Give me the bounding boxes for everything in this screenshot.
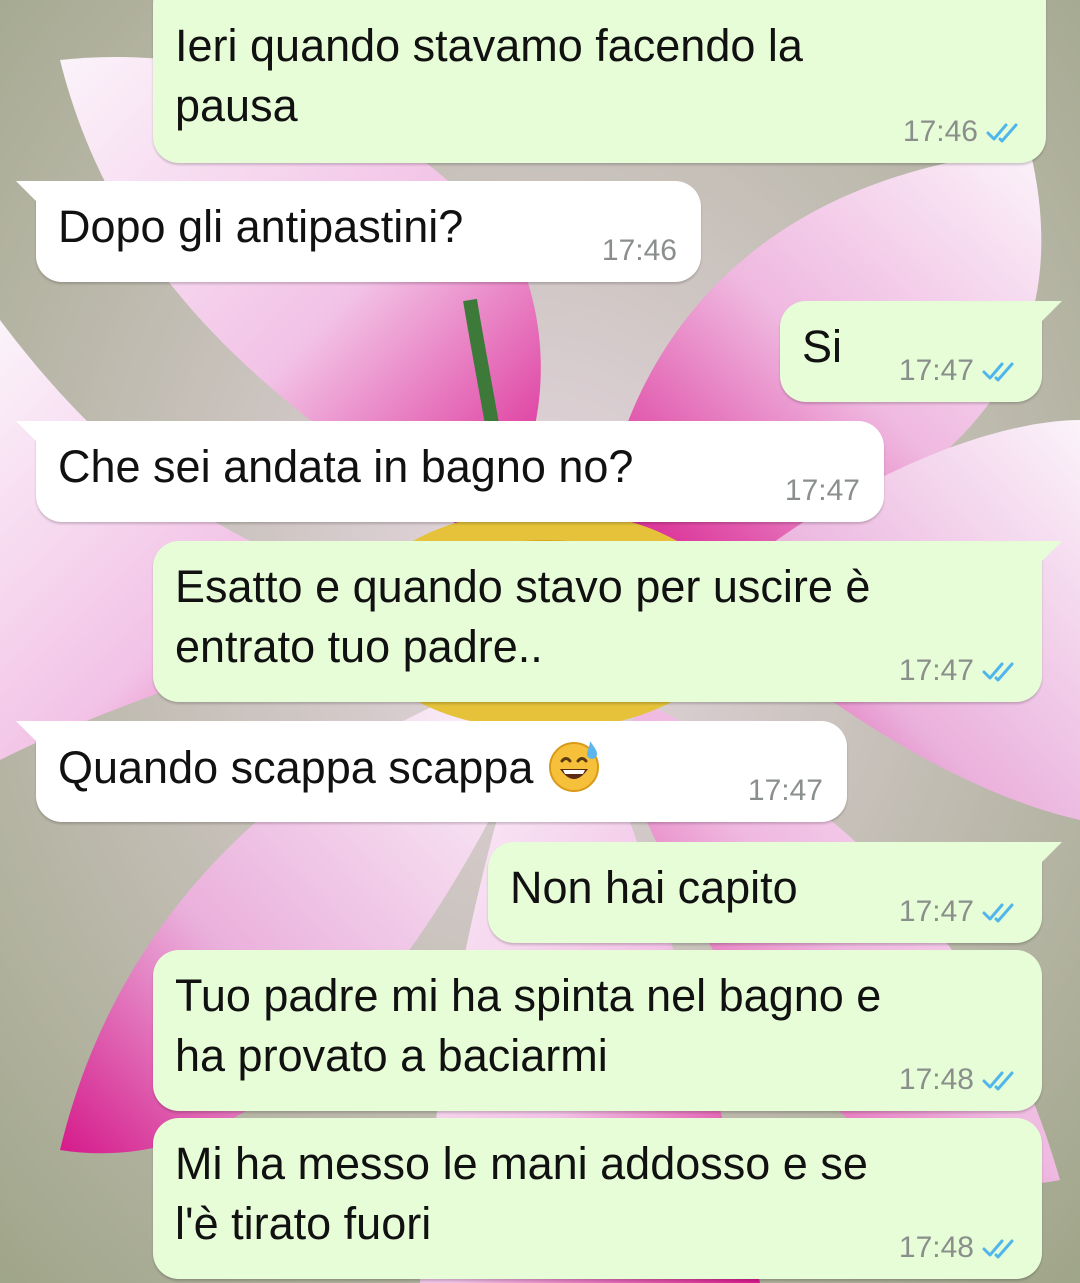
message-bubble-incoming[interactable]: Che sei andata in bagno no? 17:47 (16, 421, 884, 522)
bubble-tail (16, 721, 38, 743)
bubble-tail (1040, 301, 1062, 323)
message-time: 17:46 (601, 234, 677, 267)
message-time: 17:46 (902, 115, 978, 148)
message-text: Esatto e quando stavo per uscire è entra… (175, 561, 871, 672)
message-meta: 17:47 (748, 774, 823, 808)
grinning-face-with-sweat-emoji (548, 741, 599, 792)
message-text: Tuo padre mi ha spinta nel bagno e ha pr… (175, 970, 882, 1081)
message-bubble-incoming[interactable]: Dopo gli antipastini? 17:46 (16, 181, 701, 282)
bubble-tail (1040, 842, 1062, 864)
message-meta: 17:46 (602, 234, 677, 268)
message-meta: 17:46 (903, 115, 1024, 149)
message-meta: 17:48 (899, 1231, 1020, 1265)
message-meta: 17:47 (899, 895, 1020, 929)
message-bubble-outgoing[interactable]: Esatto e quando stavo per uscire è entra… (153, 541, 1062, 702)
message-meta: 17:47 (899, 654, 1020, 688)
bubble-tail (16, 421, 38, 443)
message-text-content: Quando scappa scappa (58, 742, 534, 793)
message-text: Ieri quando stavamo facendo la pausa (175, 20, 803, 131)
message-time: 17:47 (784, 474, 860, 507)
message-time: 17:48 (898, 1063, 974, 1096)
message-time: 17:47 (898, 354, 974, 387)
bubble-tail (16, 181, 38, 203)
message-bubble-outgoing[interactable]: Si 17:47 (780, 301, 1062, 402)
message-meta: 17:48 (899, 1063, 1020, 1097)
double-check-icon (986, 123, 1018, 143)
message-text: Quando scappa scappa (58, 737, 825, 798)
double-check-icon (982, 1071, 1014, 1091)
bubble-tail (1040, 541, 1062, 563)
message-text: Mi ha messo le mani addosso e se l'è tir… (175, 1138, 868, 1249)
message-time: 17:47 (898, 895, 974, 928)
message-meta: 17:47 (899, 354, 1020, 388)
message-time: 17:47 (747, 774, 823, 807)
double-check-icon (982, 1239, 1014, 1259)
message-bubble-outgoing[interactable]: Non hai capito 17:47 (488, 842, 1062, 943)
message-text: Che sei andata in bagno no? (58, 441, 634, 492)
double-check-icon (982, 903, 1014, 923)
message-bubble-outgoing[interactable]: Ieri quando stavamo facendo la pausa 17:… (153, 0, 1046, 163)
message-time: 17:48 (898, 1231, 974, 1264)
message-bubble-outgoing[interactable]: Tuo padre mi ha spinta nel bagno e ha pr… (153, 950, 1042, 1111)
message-meta: 17:47 (785, 474, 860, 508)
message-bubble-outgoing[interactable]: Mi ha messo le mani addosso e se l'è tir… (153, 1118, 1042, 1279)
double-check-icon (982, 362, 1014, 382)
message-time: 17:47 (898, 654, 974, 687)
message-bubble-incoming[interactable]: Quando scappa scappa 17:47 (16, 721, 847, 822)
message-text: Dopo gli antipastini? (58, 201, 464, 252)
double-check-icon (982, 662, 1014, 682)
